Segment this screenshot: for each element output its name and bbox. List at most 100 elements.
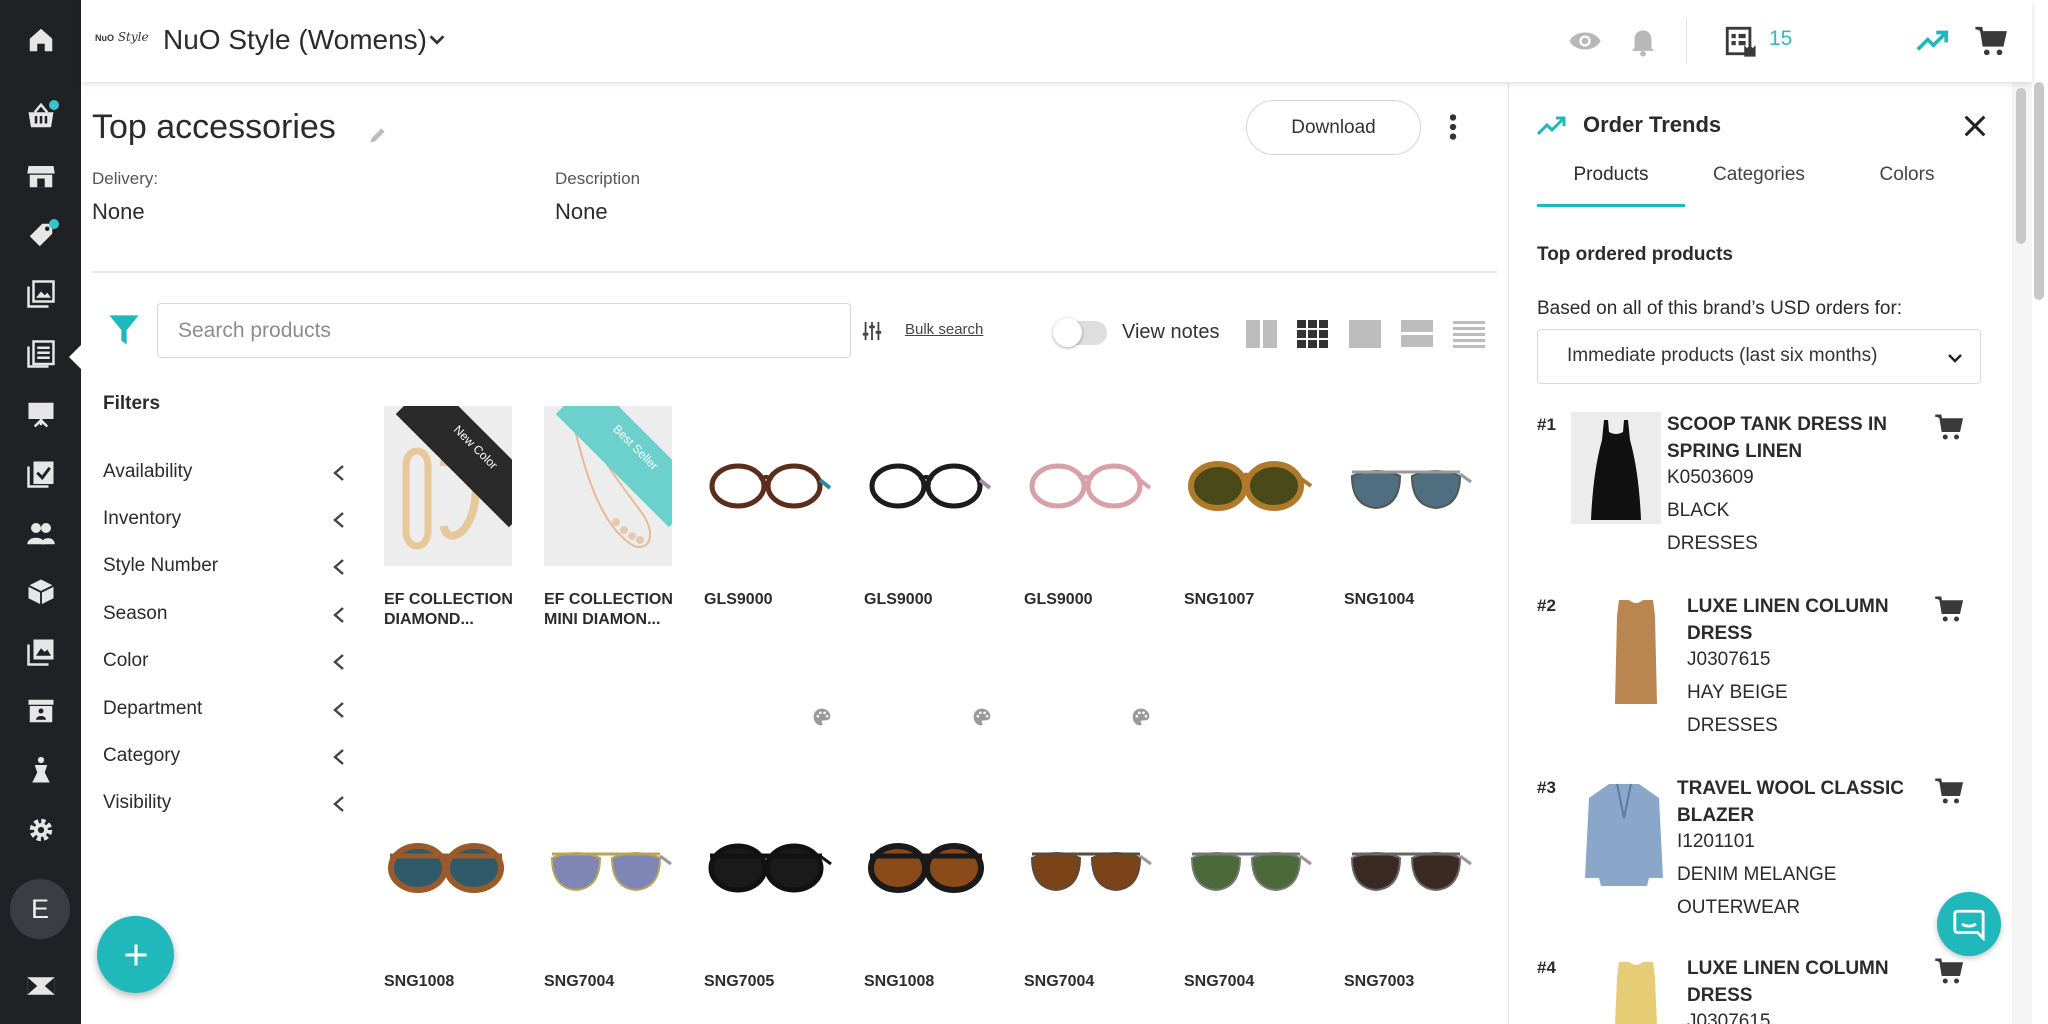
product-name: SNG1008 xyxy=(864,973,935,990)
sliders-icon[interactable] xyxy=(861,320,883,342)
cart-icon[interactable] xyxy=(1932,956,1966,986)
avatar-initial: E xyxy=(30,893,49,924)
cart-icon[interactable] xyxy=(1932,412,1966,442)
rows-view-icon[interactable] xyxy=(1400,319,1434,349)
order-product-category: DRESSES xyxy=(1687,715,1778,736)
chevron-left-icon xyxy=(333,512,344,528)
lookbooks-nav-icon[interactable] xyxy=(0,266,81,322)
bulk-search-link[interactable]: Bulk search xyxy=(905,321,983,338)
cart-icon[interactable] xyxy=(1932,776,1966,806)
trending-up-icon[interactable] xyxy=(1915,24,1949,58)
filter-inventory[interactable]: Inventory xyxy=(103,505,353,535)
more-options-icon[interactable] xyxy=(1440,110,1466,144)
pencil-icon[interactable] xyxy=(368,125,388,145)
close-icon[interactable] xyxy=(1961,112,1989,140)
images-nav-icon[interactable] xyxy=(0,624,81,680)
view-notes-toggle[interactable] xyxy=(1053,318,1107,347)
store-nav-icon[interactable] xyxy=(0,148,81,204)
filter-funnel-icon[interactable] xyxy=(108,312,140,348)
filter-availability[interactable]: Availability xyxy=(103,458,353,488)
orders-nav-icon[interactable] xyxy=(0,88,81,144)
tags-nav-icon[interactable] xyxy=(0,207,81,263)
filter-label: Availability xyxy=(103,461,193,482)
product-name: SNG1008 xyxy=(384,973,455,990)
list-view-icon[interactable] xyxy=(1452,319,1486,349)
page-scrollbar-thumb[interactable] xyxy=(2034,82,2044,300)
product-name: SNG7004 xyxy=(544,973,615,990)
chat-icon xyxy=(1953,909,1985,941)
filter-color[interactable]: Color xyxy=(103,647,353,677)
filter-visibility[interactable]: Visibility xyxy=(103,789,353,819)
palette-icon[interactable] xyxy=(812,707,832,727)
order-sheet-icon[interactable] xyxy=(1723,24,1757,58)
order-product-color: HAY BEIGE xyxy=(1687,682,1788,703)
notification-dot xyxy=(49,219,59,229)
sunglasses-image xyxy=(1188,461,1312,511)
palette-icon[interactable] xyxy=(972,707,992,727)
tab-categories[interactable]: Categories xyxy=(1685,164,1833,206)
customers-nav-icon[interactable] xyxy=(0,505,81,561)
product-image xyxy=(864,406,992,566)
checklist-icon xyxy=(26,461,53,488)
black-dress-image xyxy=(1571,412,1661,524)
product-image: New Color xyxy=(384,406,512,566)
product-name: SNG7005 xyxy=(704,973,775,990)
home-icon xyxy=(29,28,52,52)
sunglasses-image xyxy=(868,843,984,893)
product-image xyxy=(384,788,512,948)
chevron-down-icon xyxy=(1948,354,1962,363)
presentations-nav-icon[interactable] xyxy=(0,386,81,442)
top-bar: NuO Style NuO Style (Womens) 15 xyxy=(81,0,2032,82)
product-image xyxy=(1344,788,1472,948)
add-button[interactable] xyxy=(97,916,174,993)
order-trends-panel: Order Trends Products Categories Colors … xyxy=(1508,82,2012,1024)
showroom-nav-icon[interactable] xyxy=(0,742,81,798)
order-product-color: BLACK xyxy=(1667,500,1730,521)
two-column-view-icon[interactable] xyxy=(1245,319,1279,349)
filter-style-number[interactable]: Style Number xyxy=(103,552,353,582)
order-count[interactable]: 15 xyxy=(1769,27,1792,51)
retailers-nav-icon[interactable] xyxy=(0,683,81,739)
store-icon xyxy=(26,166,55,188)
grid-view-icon[interactable] xyxy=(1296,319,1330,349)
tasks-nav-icon[interactable] xyxy=(0,446,81,502)
single-view-icon[interactable] xyxy=(1348,319,1382,349)
aviator-sunglasses-image xyxy=(550,852,672,892)
order-product-color: DENIM MELANGE xyxy=(1677,864,1837,885)
shipments-nav-icon[interactable] xyxy=(0,564,81,620)
user-avatar[interactable]: E xyxy=(10,879,70,939)
filter-label: Visibility xyxy=(103,792,172,813)
filter-category[interactable]: Category xyxy=(103,742,353,772)
brand-card-nav-icon[interactable] xyxy=(0,958,81,1014)
photo-album-icon xyxy=(26,280,55,308)
tab-products[interactable]: Products xyxy=(1537,164,1685,206)
palette-icon[interactable] xyxy=(1131,707,1151,727)
filter-department[interactable]: Department xyxy=(103,695,353,725)
order-product-category: DRESSES xyxy=(1667,533,1758,554)
home-nav-icon[interactable] xyxy=(0,12,81,68)
product-image xyxy=(1344,406,1472,566)
brand-logo-text: NuO xyxy=(95,33,114,43)
bell-icon[interactable] xyxy=(1626,24,1660,58)
filter-season[interactable]: Season xyxy=(103,600,353,630)
period-select[interactable]: Immediate products (last six months) xyxy=(1537,329,1981,384)
cart-icon[interactable] xyxy=(1974,24,2008,58)
download-button[interactable]: Download xyxy=(1246,100,1421,155)
brand-name[interactable]: NuO Style (Womens) xyxy=(163,24,427,56)
panel-title: Order Trends xyxy=(1583,112,1722,137)
filter-label: Season xyxy=(103,603,168,624)
chat-support-button[interactable] xyxy=(1937,892,2001,956)
chevron-down-icon[interactable] xyxy=(426,29,448,51)
eye-icon[interactable] xyxy=(1568,24,1602,58)
toggle-knob xyxy=(1053,318,1082,347)
view-notes-label: View notes xyxy=(1122,321,1220,343)
cart-icon[interactable] xyxy=(1932,594,1966,624)
rank-label: #3 xyxy=(1537,778,1556,797)
blue-blazer-image xyxy=(1585,783,1663,886)
mannequin-icon xyxy=(31,756,50,783)
product-name: EF COLLECTION DIAMOND... xyxy=(384,591,513,628)
tab-colors[interactable]: Colors xyxy=(1833,164,1981,206)
panel-scrollbar-thumb[interactable] xyxy=(2016,88,2026,244)
search-input[interactable] xyxy=(157,303,851,358)
settings-nav-icon[interactable] xyxy=(0,802,81,858)
